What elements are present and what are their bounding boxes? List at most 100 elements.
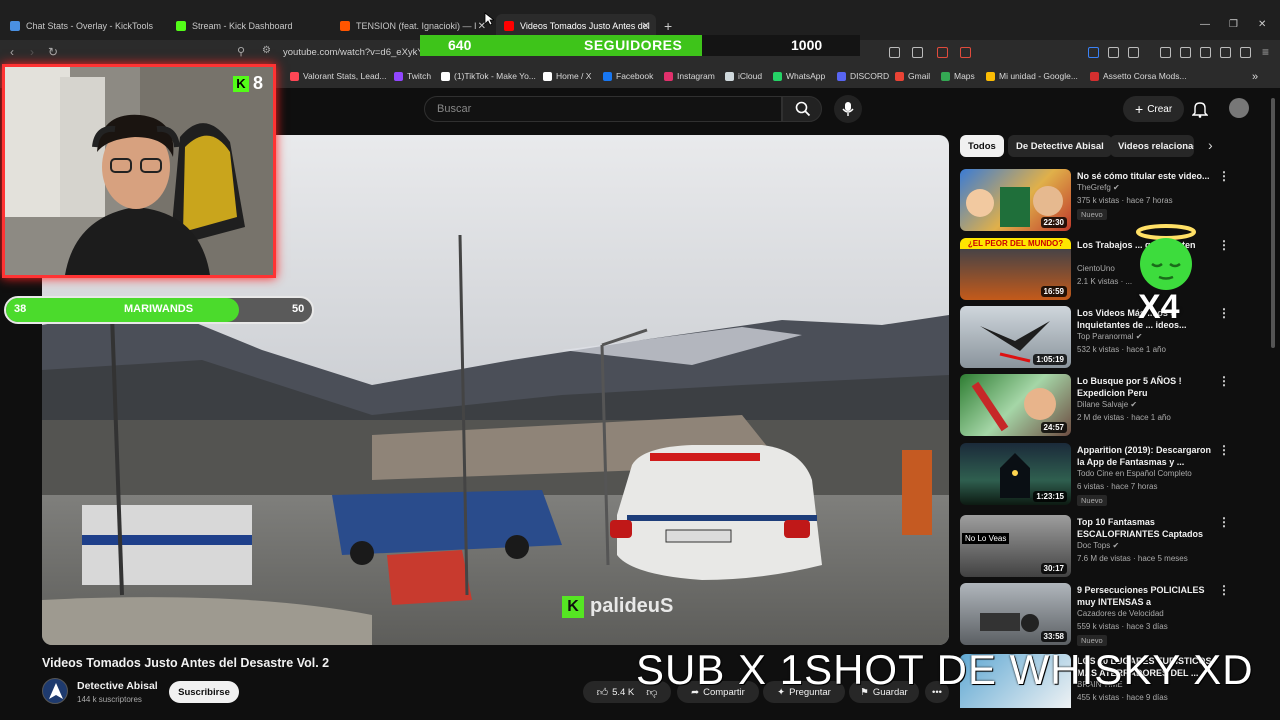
video-thumbnail[interactable]: 22:30 xyxy=(960,169,1071,231)
back-icon[interactable]: ‹ xyxy=(10,45,14,59)
video-meta: 532 k vistas · hace 1 año xyxy=(1077,345,1166,354)
bookmark-tiktok[interactable]: (1)TikTok - Make Yo... xyxy=(441,71,536,81)
bookmark-label: DISCORD xyxy=(850,71,890,81)
bookmark-label: Instagram xyxy=(677,71,715,81)
like-count: 5.4 K xyxy=(612,686,635,698)
search-button[interactable] xyxy=(782,96,822,122)
bookmark-valorant[interactable]: Valorant Stats, Lead... xyxy=(290,71,386,81)
more-vertical-icon[interactable]: ⋮ xyxy=(1218,583,1230,597)
bookmark-instagram[interactable]: Instagram xyxy=(664,71,715,81)
voice-search-button[interactable] xyxy=(834,95,862,123)
bookmark-icon[interactable]: ⚲ xyxy=(237,45,245,58)
more-bookmarks-icon[interactable]: » xyxy=(1252,71,1258,83)
bookmark-assetto[interactable]: Assetto Corsa Mods... xyxy=(1090,71,1187,81)
extension-icon[interactable] xyxy=(889,47,900,58)
ai-icon[interactable] xyxy=(1220,47,1231,58)
video-thumbnail[interactable]: 1:05:19 xyxy=(960,306,1071,368)
subscribe-button[interactable]: Suscribirse xyxy=(169,681,239,703)
url-field[interactable]: youtube.com/watch?v=d6_eXykY xyxy=(283,47,424,58)
video-thumbnail[interactable]: 33:58 xyxy=(960,583,1071,645)
chip-related[interactable]: Videos relacionad xyxy=(1110,135,1194,157)
rewards-icon[interactable] xyxy=(960,47,971,58)
bookmark-gmail[interactable]: Gmail xyxy=(895,71,930,81)
wallet-icon[interactable] xyxy=(1200,47,1211,58)
bookmark-whatsapp[interactable]: WhatsApp xyxy=(773,71,825,81)
bookmark-discord[interactable]: DISCORD xyxy=(837,71,889,81)
kick-subs-badge: K 8 xyxy=(233,73,263,94)
new-tab-button[interactable]: + xyxy=(664,18,672,34)
thumbnail-caption: ¿EL PEOR DEL MUNDO? xyxy=(960,238,1071,249)
discord-icon xyxy=(837,71,846,81)
reload-icon[interactable]: ↻ xyxy=(48,45,58,59)
more-vertical-icon[interactable]: ⋮ xyxy=(1218,515,1230,529)
sidebar-icon[interactable] xyxy=(1180,47,1191,58)
brave-shield-icon[interactable] xyxy=(937,47,948,58)
webcam-overlay: K 8 xyxy=(2,64,276,278)
video-duration: 33:58 xyxy=(1040,631,1067,642)
video-title[interactable]: Lo Busque por 5 AÑOS ! Expedicion Peru xyxy=(1077,375,1212,399)
media-icon[interactable] xyxy=(1160,47,1171,58)
bookmark-maps[interactable]: Maps xyxy=(941,71,975,81)
video-title[interactable]: No sé cómo titular este video... xyxy=(1077,170,1212,182)
video-thumbnail[interactable]: No Lo Veas 30:17 xyxy=(960,515,1071,577)
channel-avatar[interactable] xyxy=(42,678,68,704)
maximize-icon[interactable]: ❐ xyxy=(1229,19,1238,30)
screenshot-icon[interactable] xyxy=(1128,47,1139,58)
webcam-feed xyxy=(5,67,273,275)
tab-chat-stats[interactable]: Chat Stats - Overlay - KickTools xyxy=(2,14,162,38)
mouse-cursor-icon xyxy=(484,12,494,26)
notifications-button[interactable] xyxy=(1191,100,1209,123)
bookmark-drive[interactable]: Mi unidad - Google... xyxy=(986,71,1078,81)
more-vertical-icon[interactable]: ⋮ xyxy=(1218,306,1230,320)
sub-goal-current: 38 xyxy=(14,303,27,315)
forward-icon[interactable]: › xyxy=(30,45,34,59)
vpn-icon[interactable] xyxy=(1240,47,1251,58)
gmail-icon xyxy=(895,71,904,81)
puzzle-icon[interactable] xyxy=(1108,47,1119,58)
site-info-icon[interactable]: ⚙ xyxy=(262,45,271,56)
minimize-icon[interactable]: — xyxy=(1200,19,1210,30)
chip-channel[interactable]: De Detective Abisal xyxy=(1008,135,1112,157)
close-tab-icon[interactable]: ✕ xyxy=(642,21,650,32)
follower-goal-current: 640 xyxy=(448,37,472,53)
video-thumbnail[interactable]: 1:23:15 xyxy=(960,443,1071,505)
tab-kick-dashboard[interactable]: Stream - Kick Dashboard xyxy=(168,14,328,38)
close-window-icon[interactable]: ✕ xyxy=(1258,19,1266,30)
valorant-icon xyxy=(290,71,299,81)
recommendation-item[interactable]: 24:57 Lo Busque por 5 AÑOS ! Expedicion … xyxy=(960,374,1230,438)
video-thumbnail[interactable]: 24:57 xyxy=(960,374,1071,436)
chevron-right-icon[interactable]: › xyxy=(1208,137,1213,153)
more-vertical-icon[interactable]: ⋮ xyxy=(1218,169,1230,183)
bookmark-facebook[interactable]: Facebook xyxy=(603,71,653,81)
bookmark-x[interactable]: Home / X xyxy=(543,71,591,81)
thumbs-up-icon: 👍︎ xyxy=(596,686,609,699)
account-avatar[interactable] xyxy=(1229,98,1249,118)
video-title[interactable]: Top 10 Fantasmas ESCALOFRIANTES Captados… xyxy=(1077,516,1212,541)
video-title[interactable]: 9 Persecuciones POLICIALES muy INTENSAS … xyxy=(1077,584,1212,609)
recommendation-item[interactable]: 1:23:15 Apparition (2019): Descargaron l… xyxy=(960,443,1230,507)
page-scrollbar[interactable] xyxy=(1271,98,1275,348)
chip-all[interactable]: Todos xyxy=(960,135,1004,157)
bookmark-icloud[interactable]: iCloud xyxy=(725,71,762,81)
verified-icon: ✔ xyxy=(1112,541,1120,550)
recommendation-item[interactable]: 33:58 9 Persecuciones POLICIALES muy INT… xyxy=(960,583,1230,647)
more-vertical-icon[interactable]: ⋮ xyxy=(1218,443,1230,457)
bookmark-twitch[interactable]: Twitch xyxy=(394,71,431,81)
channel-name[interactable]: Detective Abisal xyxy=(77,680,158,692)
x-icon xyxy=(543,71,552,81)
video-title[interactable]: Apparition (2019): Descargaron la App de… xyxy=(1077,444,1212,468)
maps-icon xyxy=(941,71,950,81)
search-input[interactable]: Buscar xyxy=(424,96,782,122)
share-icon[interactable] xyxy=(912,47,923,58)
stream-caption-overlay: SUB X 1SHOT DE WHISKY XD xyxy=(636,646,1254,693)
more-vertical-icon[interactable]: ⋮ xyxy=(1218,238,1230,252)
video-thumbnail[interactable]: ¿EL PEOR DEL MUNDO? 16:59 xyxy=(960,238,1071,300)
follower-goal-label: SEGUIDORES xyxy=(584,37,683,53)
menu-icon[interactable]: ≡ xyxy=(1262,45,1269,59)
like-button[interactable]: 👍︎ 5.4 K xyxy=(597,686,635,699)
sub-goal-label: MARIWANDS xyxy=(124,303,194,315)
more-vertical-icon[interactable]: ⋮ xyxy=(1218,374,1230,388)
create-button[interactable]: + Crear xyxy=(1123,96,1185,122)
translate-icon[interactable] xyxy=(1088,47,1099,58)
recommendation-item[interactable]: No Lo Veas 30:17 Top 10 Fantasmas ESCALO… xyxy=(960,515,1230,579)
